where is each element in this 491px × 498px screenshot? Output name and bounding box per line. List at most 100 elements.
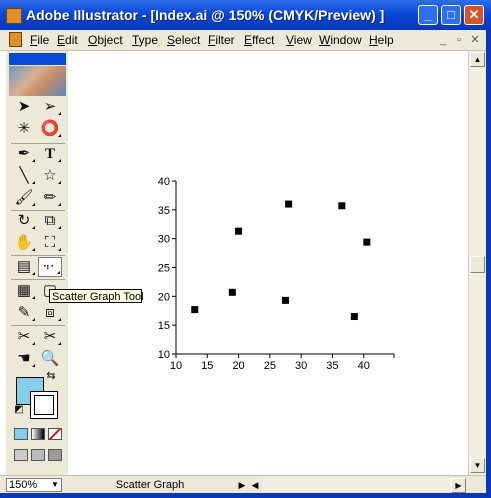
menu-effect[interactable]: Effect — [244, 33, 274, 47]
y-tick-label: 25 — [158, 263, 170, 275]
selection-tool-icon[interactable]: ➤ — [12, 97, 36, 117]
x-tick-label: 25 — [264, 360, 276, 372]
full-screen-mode-icon[interactable] — [48, 449, 62, 461]
warp-tool-icon[interactable]: ✋ — [12, 233, 36, 253]
window-frame-right — [486, 30, 491, 498]
rotate-tool-icon[interactable]: ↻ — [12, 211, 36, 231]
pencil-tool-icon[interactable]: ✏ — [38, 188, 62, 208]
toolbox-title-strip[interactable] — [9, 53, 66, 65]
illustrator-logo — [9, 66, 66, 96]
eyedropper-tool-icon[interactable]: ✎ — [12, 303, 36, 323]
free-transform-tool-icon[interactable]: ⛶ — [38, 233, 62, 253]
default-fill-stroke-icon[interactable]: ◩ — [12, 403, 26, 417]
y-tick-label: 20 — [158, 291, 170, 303]
menu-type[interactable]: Type — [132, 33, 158, 47]
toolbox-panel: ➤ ➢ ✳ ⭕ ✒ T ╲ ☆ 🖌 ✏ ↻ ⧉ ✋ ⛶ ▤ ⠲⠂ ▦ ▢ ✎ ⧈… — [6, 51, 68, 475]
maximize-button[interactable]: □ — [441, 5, 461, 25]
full-screen-menubar-mode-icon[interactable] — [31, 449, 45, 461]
x-tick-label: 15 — [201, 360, 213, 372]
magic-wand-tool-icon[interactable]: ✳ — [12, 119, 36, 139]
scatter-graph[interactable]: 10 15 20 25 30 35 40 10 15 20 25 30 35 40 — [70, 51, 468, 475]
hand-tool-icon[interactable]: ☚ — [12, 349, 36, 369]
doc-restore-button[interactable]: ▫ — [451, 33, 467, 47]
artboard-canvas[interactable]: 10 15 20 25 30 35 40 10 15 20 25 30 35 40 — [70, 51, 468, 475]
maximize-icon: □ — [447, 7, 455, 22]
scatter-point — [228, 288, 236, 296]
scatter-point — [350, 313, 358, 321]
scale-tool-icon[interactable]: ⧉ — [38, 211, 62, 231]
pen-tool-icon[interactable]: ✒ — [12, 144, 36, 164]
none-mode-icon[interactable] — [48, 428, 62, 440]
direct-selection-tool-icon[interactable]: ➢ — [38, 97, 62, 117]
slice-tool-icon[interactable]: ✂ — [12, 327, 36, 347]
tool-tooltip: Scatter Graph Tool — [49, 289, 144, 303]
y-tick-label: 15 — [158, 320, 170, 332]
vertical-scroll-thumb[interactable] — [470, 256, 485, 273]
paintbrush-tool-icon[interactable]: 🖌 — [12, 188, 36, 208]
status-menu-arrow-icon[interactable]: ▶ — [235, 478, 249, 492]
menu-file[interactable]: File — [30, 33, 49, 47]
menu-select[interactable]: Select — [167, 33, 200, 47]
vertical-scrollbar[interactable]: ▲ ▼ — [468, 51, 486, 475]
y-tick-label: 10 — [158, 349, 170, 361]
y-tick-label: 35 — [158, 205, 170, 217]
lasso-tool-icon[interactable]: ⭕ — [38, 119, 62, 139]
scissors-tool-icon[interactable]: ✂ — [38, 327, 62, 347]
doc-minimize-button[interactable]: _ — [435, 33, 451, 47]
x-tick-label: 30 — [295, 360, 307, 372]
symbol-sprayer-tool-icon[interactable]: ▤ — [12, 257, 36, 277]
doc-close-button[interactable]: ✕ — [467, 33, 483, 47]
minimize-icon: _ — [424, 7, 432, 22]
star-tool-icon[interactable]: ☆ — [38, 166, 62, 186]
menu-view[interactable]: View — [286, 33, 312, 47]
minimize-button[interactable]: _ — [418, 5, 438, 25]
scroll-up-button[interactable]: ▲ — [470, 52, 485, 67]
scatter-point — [363, 238, 371, 246]
x-tick-label: 35 — [326, 360, 338, 372]
status-bar: 150% ▼ Scatter Graph ▶ ◀ ▶ — [0, 475, 486, 494]
x-tick-label: 20 — [232, 360, 244, 372]
menu-help[interactable]: Help — [369, 33, 394, 47]
scatter-point — [338, 202, 346, 210]
zoom-dropdown-icon[interactable]: ▼ — [48, 478, 62, 492]
menu-edit[interactable]: Edit — [57, 33, 78, 47]
menu-object[interactable]: Object — [88, 33, 123, 47]
document-icon[interactable] — [9, 32, 22, 47]
scroll-down-button[interactable]: ▼ — [470, 458, 485, 473]
gradient-mode-icon[interactable] — [31, 428, 45, 440]
menu-bar: File Edit Object Type Select Filter Effe… — [0, 30, 491, 51]
toolbox-divider — [11, 325, 65, 326]
toolbox-divider — [11, 279, 65, 280]
scatter-point — [285, 200, 293, 208]
zoom-tool-icon[interactable]: 🔍 — [38, 349, 62, 369]
horizontal-scrollbar[interactable]: ▶ — [262, 478, 466, 493]
x-tick-label: 10 — [170, 360, 182, 372]
status-tool-name[interactable]: Scatter Graph — [65, 478, 235, 492]
blend-tool-icon[interactable]: ⧈ — [38, 303, 62, 323]
x-tick-label: 40 — [358, 360, 370, 372]
mesh-tool-icon[interactable]: ▦ — [12, 281, 36, 301]
toolbox-divider — [11, 255, 65, 256]
close-icon: ✕ — [468, 7, 480, 22]
line-segment-tool-icon[interactable]: ╲ — [12, 166, 36, 186]
scatter-point — [235, 227, 243, 235]
scatter-graph-tool-icon[interactable]: ⠲⠂ — [38, 257, 62, 277]
swap-fill-stroke-icon[interactable]: ⇆ — [44, 369, 58, 383]
color-mode-icon[interactable] — [14, 428, 28, 440]
scroll-left-button[interactable]: ◀ — [248, 478, 262, 492]
menu-filter[interactable]: Filter — [208, 33, 235, 47]
type-tool-icon[interactable]: T — [38, 144, 62, 164]
standard-screen-mode-icon[interactable] — [14, 449, 28, 461]
title-bar: Adobe Illustrator - [Index.ai @ 150% (CM… — [0, 0, 491, 30]
scroll-right-button[interactable]: ▶ — [451, 478, 466, 493]
window-title: Adobe Illustrator - [Index.ai @ 150% (CM… — [26, 7, 385, 23]
close-button[interactable]: ✕ — [464, 5, 484, 25]
y-tick-label: 30 — [158, 234, 170, 246]
scatter-point — [282, 296, 289, 304]
illustrator-app-icon[interactable] — [6, 8, 22, 24]
y-tick-label: 40 — [158, 176, 170, 188]
window-frame-bottom — [0, 493, 491, 498]
scatter-point — [191, 306, 199, 314]
menu-window[interactable]: Window — [319, 33, 362, 47]
stroke-color-swatch[interactable] — [30, 391, 58, 419]
